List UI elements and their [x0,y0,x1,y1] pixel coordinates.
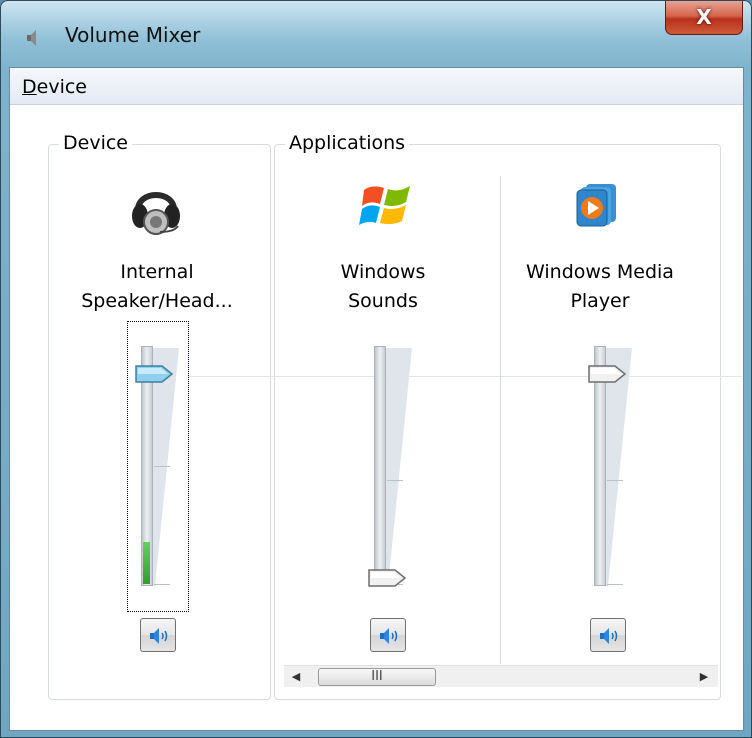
menu-device-rest: evice [36,76,87,98]
scrollbar-thumb[interactable]: III [318,668,436,686]
wmp-line1: Windows Media [526,261,674,283]
speaker-icon [150,628,168,644]
windows-sounds-volume-track[interactable] [374,346,386,586]
window-title: Volume Mixer [65,23,201,47]
menu-device-accel: D [22,76,37,98]
windows-sounds-mute-button[interactable] [370,618,406,652]
device-peak-meter [143,542,150,584]
device-mute-button[interactable] [140,618,176,652]
volume-guide-line [188,376,742,377]
device-volume-thumb[interactable] [134,364,174,384]
applications-scrollbar[interactable]: ◀ III ▶ [284,665,718,687]
device-tick [154,584,170,585]
speaker-icon [27,30,36,46]
windows-sounds-line1: Windows [340,261,426,283]
scroll-right-arrow[interactable]: ▶ [696,668,712,686]
windows-sounds-volume-wedge [386,348,412,586]
wmp-volume-thumb[interactable] [587,364,627,384]
speaker-icon [600,628,618,644]
scroll-left-arrow[interactable]: ◀ [288,668,304,686]
windows-logo-icon [359,186,410,225]
applications-group-label: Applications [285,132,410,154]
speaker-icon [380,628,398,644]
wmp-line2: Player [570,290,630,312]
title-bar[interactable]: Volume Mixer X [1,1,752,65]
windows-sounds-line2: Sounds [348,290,418,312]
client-area: Device Device Applications Internal Spea… [9,67,744,731]
media-player-icon [576,184,616,227]
wmp-tick [607,480,623,481]
headphones-icon [132,192,180,235]
applications-group: Applications [274,132,721,700]
windows-sounds-tick [387,480,403,481]
device-tick [154,466,170,467]
device-group-label: Device [59,132,132,154]
volume-mixer-window: Volume Mixer X Device Device Application… [0,0,752,738]
menu-bar: Device [10,68,743,105]
menu-device[interactable]: Device [22,76,87,98]
applications-divider [500,176,501,664]
windows-sounds-volume-thumb[interactable] [367,568,407,588]
close-button[interactable]: X [665,1,743,35]
device-channel-line2: Speaker/Head... [81,290,233,312]
wmp-mute-button[interactable] [590,618,626,652]
device-channel-line1: Internal [120,261,194,283]
wmp-tick [607,584,623,585]
